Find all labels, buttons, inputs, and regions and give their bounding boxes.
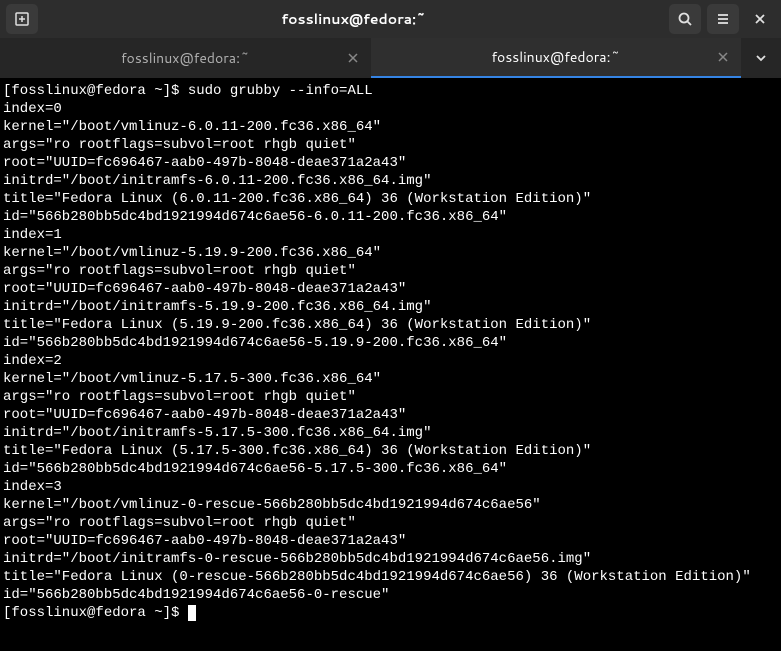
tab-close-button[interactable]: [347, 52, 359, 64]
menu-button[interactable]: [707, 4, 739, 34]
titlebar: fosslinux@fedora:~: [0, 0, 781, 38]
close-icon: [753, 12, 767, 26]
tab-close-button[interactable]: [717, 51, 729, 63]
tabbar: fosslinux@fedora:~ fosslinux@fedora:~: [0, 38, 781, 78]
terminal-output[interactable]: [fosslinux@fedora ~]$ sudo grubby --info…: [0, 78, 781, 651]
tab-dropdown-button[interactable]: [741, 38, 781, 78]
tab-1[interactable]: fosslinux@fedora:~: [371, 38, 742, 78]
tab-0[interactable]: fosslinux@fedora:~: [0, 38, 371, 78]
chevron-down-icon: [755, 52, 767, 64]
search-button[interactable]: [669, 4, 701, 34]
hamburger-icon: [715, 11, 731, 27]
close-icon: [717, 51, 729, 63]
close-window-button[interactable]: [745, 4, 775, 34]
new-tab-icon: [14, 11, 30, 27]
tab-label: fosslinux@fedora:~: [121, 48, 250, 68]
window-title: fosslinux@fedora:~: [44, 9, 663, 29]
close-icon: [347, 52, 359, 64]
search-icon: [677, 11, 693, 27]
terminal-cursor: [188, 605, 196, 621]
new-tab-button[interactable]: [6, 4, 38, 34]
titlebar-controls: [669, 4, 775, 34]
tab-label: fosslinux@fedora:~: [491, 47, 620, 67]
